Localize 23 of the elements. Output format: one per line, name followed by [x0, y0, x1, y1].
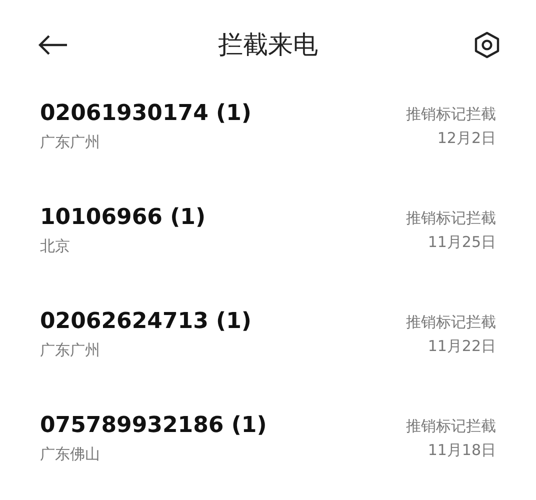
- caller-location: 广东广州: [40, 340, 100, 361]
- caller-location: 北京: [40, 236, 70, 257]
- block-reason: 推销标记拦截: [406, 208, 496, 229]
- settings-icon[interactable]: [474, 31, 500, 59]
- phone-number: 10106966 (1): [40, 204, 206, 232]
- call-date: 11月18日: [428, 440, 496, 461]
- block-reason: 推销标记拦截: [406, 312, 496, 333]
- call-log-row[interactable]: 075789932186 (1) 广东佛山 推销标记拦截 11月18日: [0, 408, 536, 500]
- call-log-row[interactable]: 02061930174 (1) 广东广州 推销标记拦截 12月2日: [0, 96, 536, 200]
- call-log-row[interactable]: 10106966 (1) 北京 推销标记拦截 11月25日: [0, 200, 536, 304]
- back-icon[interactable]: [38, 35, 68, 55]
- phone-number: 02062624713 (1): [40, 308, 252, 336]
- block-reason: 推销标记拦截: [406, 104, 496, 125]
- call-date: 11月25日: [428, 232, 496, 253]
- caller-location: 广东佛山: [40, 444, 100, 465]
- call-date: 11月22日: [428, 336, 496, 357]
- phone-number: 02061930174 (1): [40, 100, 252, 128]
- phone-number: 075789932186 (1): [40, 412, 267, 440]
- call-date: 12月2日: [437, 128, 496, 149]
- block-reason: 推销标记拦截: [406, 416, 496, 437]
- page-title: 拦截来电: [218, 30, 318, 59]
- call-log-row[interactable]: 02062624713 (1) 广东广州 推销标记拦截 11月22日: [0, 304, 536, 408]
- caller-location: 广东广州: [40, 132, 100, 153]
